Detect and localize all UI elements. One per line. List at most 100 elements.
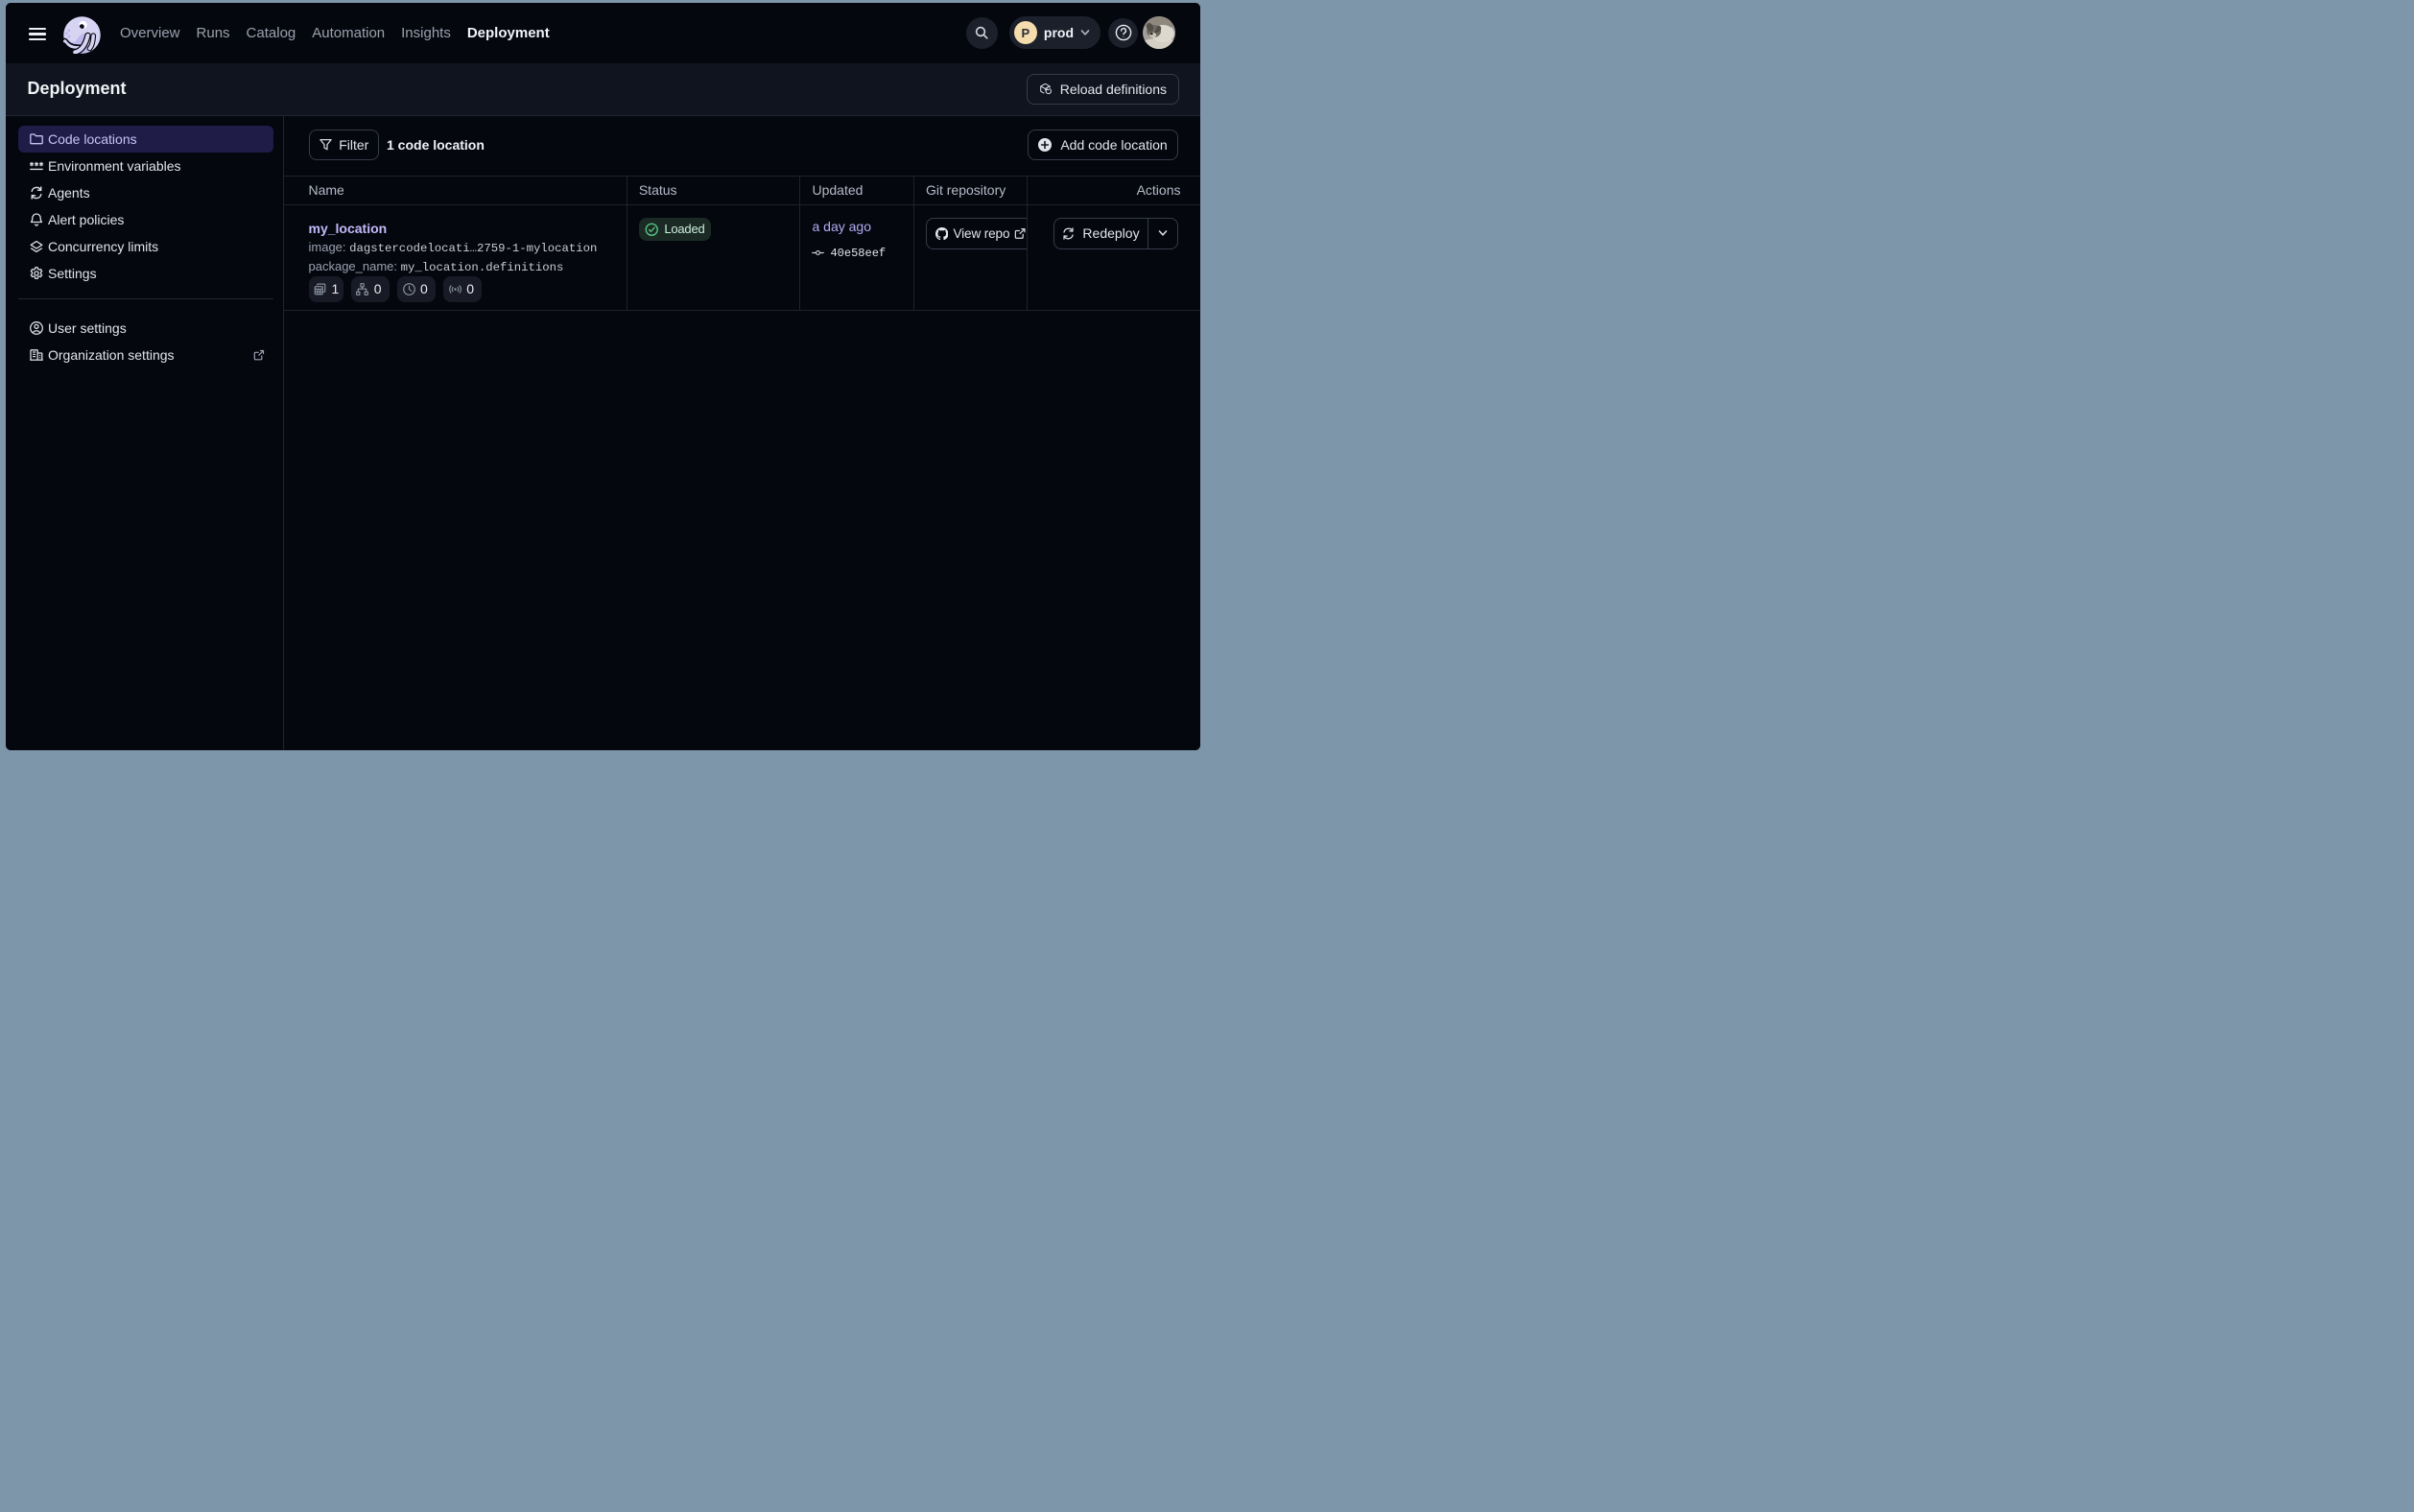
deployment-name: prod: [1044, 25, 1074, 40]
cell-actions: Redeploy: [1027, 205, 1200, 310]
code-location-link[interactable]: my_location: [309, 220, 603, 239]
commit-line: 40e58eef: [812, 247, 902, 260]
table-row: my_location image: dagstercodelocati…275…: [284, 205, 1200, 311]
filter-label: Filter: [339, 137, 368, 153]
cell-name: my_location image: dagstercodelocati…275…: [284, 205, 627, 310]
view-repo-label: View repo: [953, 226, 1009, 241]
sidebar-item-label: Agents: [48, 185, 90, 201]
updated-relative: a day ago: [812, 218, 902, 237]
deployment-sidebar: Code locations Environment variables: [6, 116, 285, 750]
column-header-git-repository: Git repository: [913, 177, 1028, 205]
top-nav-right: P prod: [966, 16, 1175, 49]
check-circle-icon: [645, 223, 659, 237]
filter-icon: [319, 137, 333, 152]
reload-definitions-label: Reload definitions: [1060, 82, 1167, 97]
reload-definitions-button[interactable]: Reload definitions: [1027, 74, 1179, 106]
sidebar-item-label: Code locations: [48, 131, 137, 147]
main-nav: Overview Runs Catalog Automation Insight…: [120, 25, 550, 41]
bell-icon: [29, 212, 44, 227]
chip-count: 0: [466, 281, 474, 296]
chip-count: 0: [374, 281, 382, 296]
page-header: Deployment Reload definitions: [6, 63, 1201, 117]
table-header-row: Name Status Updated Git repository Actio…: [284, 177, 1200, 206]
gear-icon: [29, 266, 44, 281]
cell-updated: a day ago 40e58eef: [799, 205, 913, 310]
sidebar-item-organization-settings[interactable]: Organization settings: [18, 342, 273, 368]
page-title: Deployment: [28, 79, 127, 99]
chip-jobs[interactable]: 1: [309, 276, 343, 302]
sidebar-item-label: Environment variables: [48, 158, 181, 174]
layers-icon: [29, 239, 44, 254]
sidebar-item-settings[interactable]: Settings: [18, 260, 273, 287]
add-code-location-button[interactable]: Add code location: [1028, 130, 1178, 161]
nav-item-deployment[interactable]: Deployment: [467, 25, 550, 41]
clock-icon: [402, 282, 416, 296]
nav-item-automation[interactable]: Automation: [312, 25, 385, 41]
sidebar-item-alert-policies[interactable]: Alert policies: [18, 206, 273, 233]
view-repo-button[interactable]: View repo: [926, 218, 1028, 249]
sidebar-item-concurrency-limits[interactable]: Concurrency limits: [18, 233, 273, 260]
agents-icon: [29, 185, 44, 201]
filter-button[interactable]: Filter: [309, 130, 380, 161]
nav-item-overview[interactable]: Overview: [120, 25, 180, 41]
chevron-down-icon: [1156, 226, 1170, 240]
plus-circle-icon: [1037, 137, 1053, 153]
redeploy-icon: [1061, 226, 1076, 241]
sidebar-item-user-settings[interactable]: User settings: [18, 315, 273, 342]
user-avatar[interactable]: [1143, 16, 1175, 49]
deployment-avatar: P: [1014, 21, 1037, 44]
toolbar: Filter 1 code location Add code location: [284, 116, 1200, 176]
top-nav: Overview Runs Catalog Automation Insight…: [6, 3, 1201, 63]
redeploy-button[interactable]: Redeploy: [1054, 219, 1148, 248]
organization-icon: [29, 347, 44, 363]
redeploy-menu-button[interactable]: [1148, 219, 1177, 248]
github-icon: [935, 227, 949, 241]
chip-graphs[interactable]: 0: [351, 276, 390, 302]
code-location-count: 1 code location: [387, 130, 485, 161]
status-label: Loaded: [664, 222, 704, 236]
column-header-updated: Updated: [799, 177, 913, 205]
code-locations-table: Name Status Updated Git repository Actio…: [284, 176, 1200, 312]
sidebar-item-label: User settings: [48, 320, 127, 336]
hamburger-menu-button[interactable]: [29, 28, 47, 41]
external-link-icon: [1014, 227, 1027, 240]
cell-status: Loaded: [627, 205, 800, 310]
chip-sensors[interactable]: 0: [443, 276, 482, 302]
sidebar-item-code-locations[interactable]: Code locations: [18, 126, 273, 153]
main-content: Filter 1 code location Add code location…: [284, 116, 1200, 750]
app-body: Code locations Environment variables: [6, 116, 1201, 750]
sensor-icon: [448, 282, 462, 296]
column-header-actions: Actions: [1027, 177, 1200, 205]
sidebar-item-label: Alert policies: [48, 212, 124, 227]
sidebar-divider: [18, 298, 273, 299]
help-button[interactable]: [1108, 18, 1138, 48]
search-button[interactable]: [966, 17, 998, 49]
package-line: package_name: my_location.definitions: [309, 257, 603, 276]
help-icon: [1114, 23, 1133, 42]
chevron-down-icon: [1079, 27, 1091, 38]
cell-git-repository: View repo: [913, 205, 1028, 310]
sidebar-item-agents[interactable]: Agents: [18, 179, 273, 206]
redeploy-split-button: Redeploy: [1053, 218, 1178, 249]
chip-schedules[interactable]: 0: [397, 276, 436, 302]
dagster-logo-icon[interactable]: [62, 15, 101, 54]
external-link-icon: [253, 349, 265, 361]
nav-item-runs[interactable]: Runs: [197, 25, 230, 41]
nav-item-catalog[interactable]: Catalog: [247, 25, 296, 41]
chip-count: 0: [420, 281, 428, 296]
user-circle-icon: [29, 320, 44, 336]
commit-hash: 40e58eef: [830, 247, 886, 260]
definition-count-chips: 1 0: [309, 276, 603, 302]
image-label: image:: [309, 240, 346, 254]
deployment-switcher[interactable]: P prod: [1009, 16, 1100, 49]
nav-item-insights[interactable]: Insights: [401, 25, 451, 41]
search-icon: [974, 25, 989, 40]
image-value: dagstercodelocati…2759-1-mylocation: [349, 242, 597, 255]
git-commit-icon: [812, 247, 824, 259]
folder-icon: [29, 131, 44, 147]
reload-definitions-icon: [1039, 82, 1053, 97]
column-header-name: Name: [284, 177, 627, 205]
package-value: my_location.definitions: [401, 261, 564, 274]
status-badge: Loaded: [639, 218, 711, 242]
sidebar-item-environment-variables[interactable]: Environment variables: [18, 153, 273, 179]
